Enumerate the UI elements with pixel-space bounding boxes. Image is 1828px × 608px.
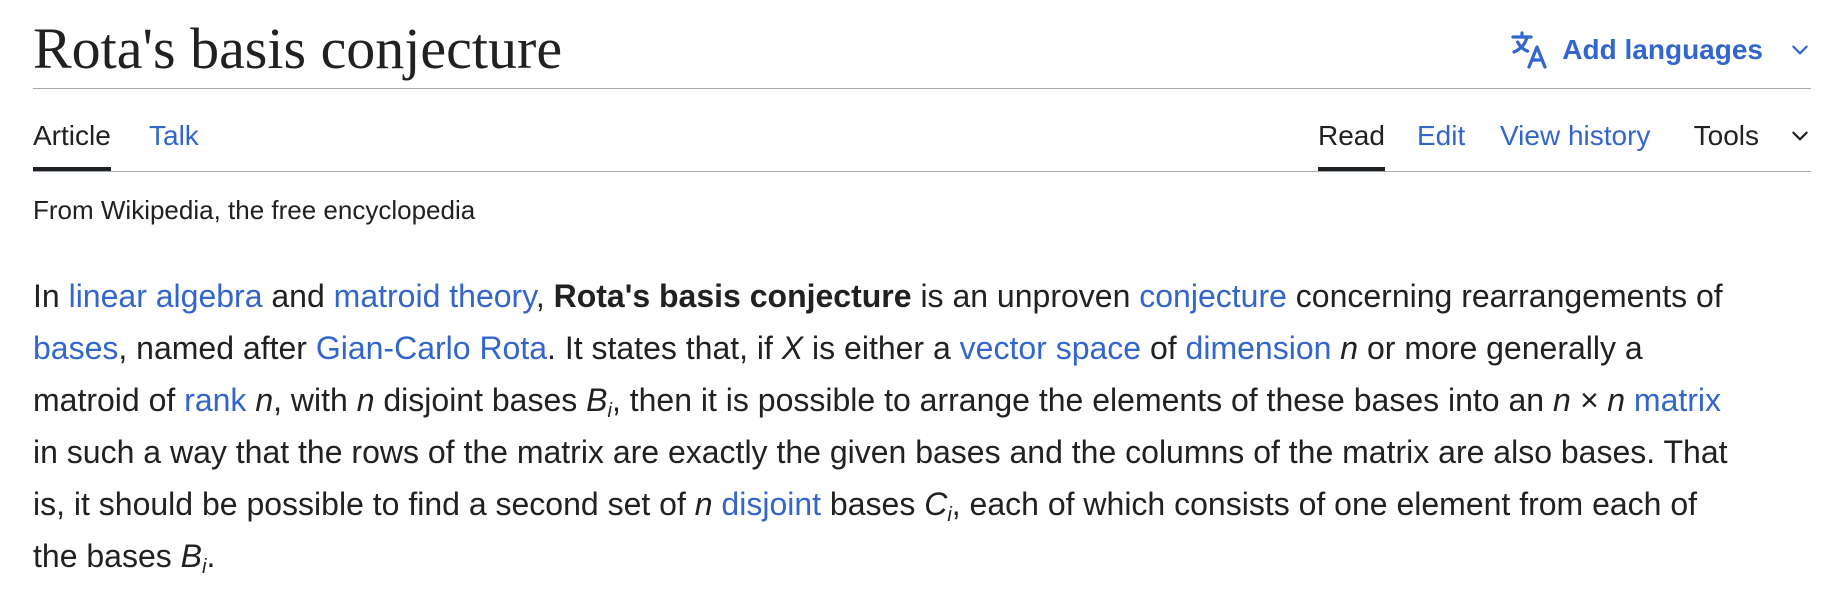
- text: is either a: [803, 330, 960, 366]
- chevron-down-icon: [1789, 125, 1811, 147]
- paragraph-line: In linear algebra and matroid theory, Ro…: [33, 270, 1823, 322]
- text: ,: [535, 278, 554, 314]
- text: , named after: [118, 330, 316, 366]
- translate-icon: [1510, 30, 1550, 70]
- link-conjecture[interactable]: conjecture: [1139, 278, 1287, 314]
- link-rank[interactable]: rank: [184, 382, 246, 418]
- text: is, it should be possible to find a seco…: [33, 486, 695, 522]
- tools-label: Tools: [1693, 120, 1759, 151]
- paragraph-line: bases, named after Gian-Carlo Rota. It s…: [33, 322, 1823, 374]
- text: [246, 382, 255, 418]
- text: of: [1141, 330, 1186, 366]
- paragraph-line: is, it should be possible to find a seco…: [33, 478, 1823, 530]
- text: is an unproven: [911, 278, 1140, 314]
- text: , each of which consists of one element …: [951, 486, 1698, 522]
- text: matroid of: [33, 382, 185, 418]
- tab-talk[interactable]: Talk: [149, 89, 199, 171]
- link-dimension[interactable]: dimension: [1186, 330, 1332, 366]
- paragraph-line: the bases Bi.: [33, 530, 1823, 582]
- math-expression: n × n: [1552, 382, 1626, 418]
- link-matroid-theory[interactable]: matroid theory: [334, 278, 536, 314]
- intro-paragraph: In linear algebra and matroid theory, Ro…: [33, 270, 1823, 582]
- link-bases[interactable]: bases: [33, 330, 118, 366]
- math-variable: n: [255, 382, 274, 418]
- article-subject: Rota's basis conjecture: [553, 278, 912, 314]
- tools-menu[interactable]: Tools: [1694, 89, 1811, 171]
- tab-view-history[interactable]: View history: [1500, 89, 1650, 171]
- title-bar: Rota's basis conjecture Add languages: [33, 0, 1811, 89]
- paragraph-line: matroid of rank n, with n disjoint bases…: [33, 374, 1823, 426]
- text: .: [206, 538, 216, 574]
- text: the bases: [33, 538, 181, 574]
- math-variable: B: [586, 382, 608, 418]
- page-title: Rota's basis conjecture: [33, 16, 563, 81]
- math-variable: B: [180, 538, 202, 574]
- link-linear-algebra[interactable]: linear algebra: [69, 278, 263, 314]
- math-variable: n: [694, 486, 713, 522]
- text: or more generally a: [1358, 330, 1643, 366]
- site-tagline: From Wikipedia, the free encyclopedia: [33, 195, 476, 225]
- text: bases: [821, 486, 925, 522]
- link-disjoint[interactable]: disjoint: [721, 486, 821, 522]
- text: , with: [273, 382, 357, 418]
- add-languages-button[interactable]: Add languages: [1510, 30, 1811, 70]
- text: in such a way that the rows of the matri…: [33, 434, 1728, 470]
- math-variable: n: [1340, 330, 1359, 366]
- add-languages-label: Add languages: [1562, 34, 1763, 65]
- page-tabs: Article Talk Read Edit View history Tool…: [33, 89, 1811, 172]
- chevron-down-icon: [1789, 39, 1811, 61]
- text: [1331, 330, 1340, 366]
- text: In: [33, 278, 69, 314]
- math-variable: X: [781, 330, 804, 366]
- tab-edit[interactable]: Edit: [1417, 89, 1465, 171]
- text: , then it is possible to arrange the ele…: [611, 382, 1553, 418]
- text: disjoint bases: [374, 382, 587, 418]
- paragraph-line: in such a way that the rows of the matri…: [33, 426, 1823, 478]
- link-gian-carlo-rota[interactable]: Gian-Carlo Rota: [316, 330, 547, 366]
- math-variable: n: [356, 382, 375, 418]
- text: . It states that, if: [547, 330, 782, 366]
- tab-read[interactable]: Read: [1318, 89, 1385, 171]
- link-matrix[interactable]: matrix: [1634, 382, 1721, 418]
- tab-article[interactable]: Article: [33, 89, 111, 171]
- math-variable: C: [924, 486, 948, 522]
- link-vector-space[interactable]: vector space: [960, 330, 1141, 366]
- text: [1625, 382, 1634, 418]
- text: and: [262, 278, 334, 314]
- text: concerning rearrangements of: [1286, 278, 1723, 314]
- page: Rota's basis conjecture Add languages Ar…: [33, 0, 1811, 577]
